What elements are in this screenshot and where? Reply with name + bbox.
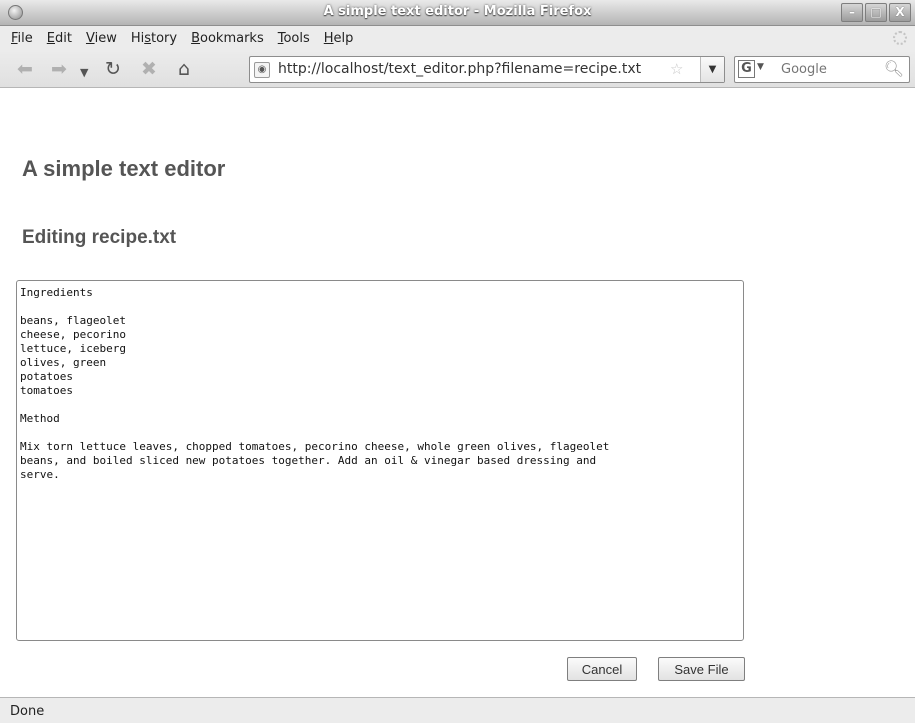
search-engine-selector[interactable]: G ▼	[738, 60, 780, 79]
file-content-textarea[interactable]: Ingredients beans, flageolet cheese, pec…	[16, 280, 744, 641]
menu-file[interactable]: File	[4, 31, 40, 46]
page-content: A simple text editor Editing recipe.txt …	[0, 89, 915, 697]
history-dropdown-icon[interactable]: ▼	[80, 63, 88, 83]
close-button[interactable]: X	[889, 3, 911, 22]
forward-icon[interactable]: ➡	[51, 59, 67, 79]
site-identity-icon[interactable]: ◉	[254, 62, 270, 78]
url-bar[interactable]: ◉ http://localhost/text_editor.php?filen…	[249, 56, 725, 83]
home-icon[interactable]: ⌂	[178, 59, 190, 79]
save-file-button[interactable]: Save File	[658, 657, 745, 681]
menu-edit[interactable]: Edit	[40, 31, 79, 46]
minimize-button[interactable]: –	[841, 3, 863, 22]
menu-bar: File Edit View History Bookmarks Tools H…	[0, 26, 915, 50]
menu-bookmarks[interactable]: Bookmarks	[184, 31, 271, 46]
search-bar[interactable]: G▼ 🔍︎	[734, 56, 910, 83]
activity-throbber-icon	[893, 31, 907, 45]
search-engine-icon: G	[738, 60, 755, 78]
window-titlebar[interactable]: A simple text editor - Mozilla Firefox –…	[0, 0, 915, 26]
menu-tools[interactable]: Tools	[271, 31, 317, 46]
window-controls: – □ X	[841, 3, 911, 22]
editing-heading: Editing recipe.txt	[22, 227, 177, 248]
window-title: A simple text editor - Mozilla Firefox	[323, 4, 592, 19]
page-title: A simple text editor	[22, 156, 226, 181]
url-dropdown-icon[interactable]: ▼	[700, 57, 724, 82]
back-icon[interactable]: ⬅	[17, 59, 33, 79]
bookmark-star-icon[interactable]: ☆	[670, 60, 683, 78]
status-bar: Done	[0, 697, 915, 723]
chevron-down-icon: ▼	[757, 62, 764, 72]
url-text[interactable]: http://localhost/text_editor.php?filenam…	[278, 61, 641, 77]
stop-icon[interactable]: ✖	[141, 59, 157, 79]
navigation-toolbar: ⬅ ➡ ▼ ↻ ✖ ⌂ ◉ http://localhost/text_edit…	[0, 50, 915, 88]
reload-icon[interactable]: ↻	[105, 59, 121, 79]
maximize-button[interactable]: □	[865, 3, 887, 22]
menu-view[interactable]: View	[79, 31, 124, 46]
menu-history[interactable]: History	[124, 31, 184, 46]
menu-help[interactable]: Help	[317, 31, 361, 46]
magnifier-icon[interactable]: 🔍︎	[884, 59, 904, 78]
cancel-button[interactable]: Cancel	[567, 657, 637, 681]
status-text: Done	[10, 704, 45, 719]
search-input[interactable]	[781, 61, 881, 78]
